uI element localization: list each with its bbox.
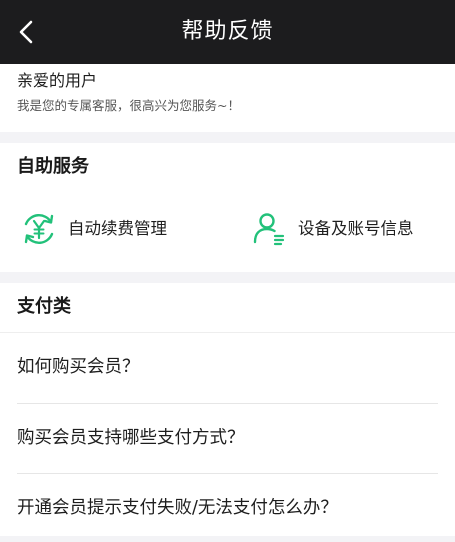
faq-question: 开通会员提示支付失败/无法支付怎么办？ (17, 498, 338, 518)
yuan-renew-icon (24, 214, 54, 244)
faq-item-payment-failed[interactable]: 开通会员提示支付失败/无法支付怎么办？ (0, 474, 455, 542)
payment-section-title: 支付类 (17, 296, 71, 317)
device-account-info-item[interactable]: 设备及账号信息 (250, 209, 414, 249)
auto-renew-management-item[interactable]: 自动续费管理 (20, 209, 167, 249)
app-header: 帮助反馈 (0, 0, 455, 64)
greeting-subtitle: 我是您的专属客服，很高兴为您服务~！ (17, 98, 240, 113)
self-service-title: 自助服务 (17, 156, 89, 177)
self-service-section: 自助服务 自动续费管理 设备及账号信息 (0, 143, 455, 272)
auto-renew-label: 自动续费管理 (68, 219, 167, 238)
page-title: 帮助反馈 (181, 19, 274, 44)
faq-question: 购买会员支持哪些支付方式？ (17, 428, 245, 448)
faq-item-payment-methods[interactable]: 购买会员支持哪些支付方式？ (0, 404, 455, 472)
device-account-label: 设备及账号信息 (298, 219, 414, 238)
faq-question: 如何购买会员？ (17, 357, 140, 377)
payment-section: 支付类 如何购买会员？ 购买会员支持哪些支付方式？ 开通会员提示支付失败/无法支… (0, 283, 455, 536)
greeting-card: 亲爱的用户 我是您的专属客服，很高兴为您服务~！ (0, 64, 455, 132)
user-account-icon (253, 213, 285, 246)
faq-item-how-to-buy[interactable]: 如何购买会员？ (0, 333, 455, 401)
greeting-title: 亲爱的用户 (17, 71, 98, 90)
